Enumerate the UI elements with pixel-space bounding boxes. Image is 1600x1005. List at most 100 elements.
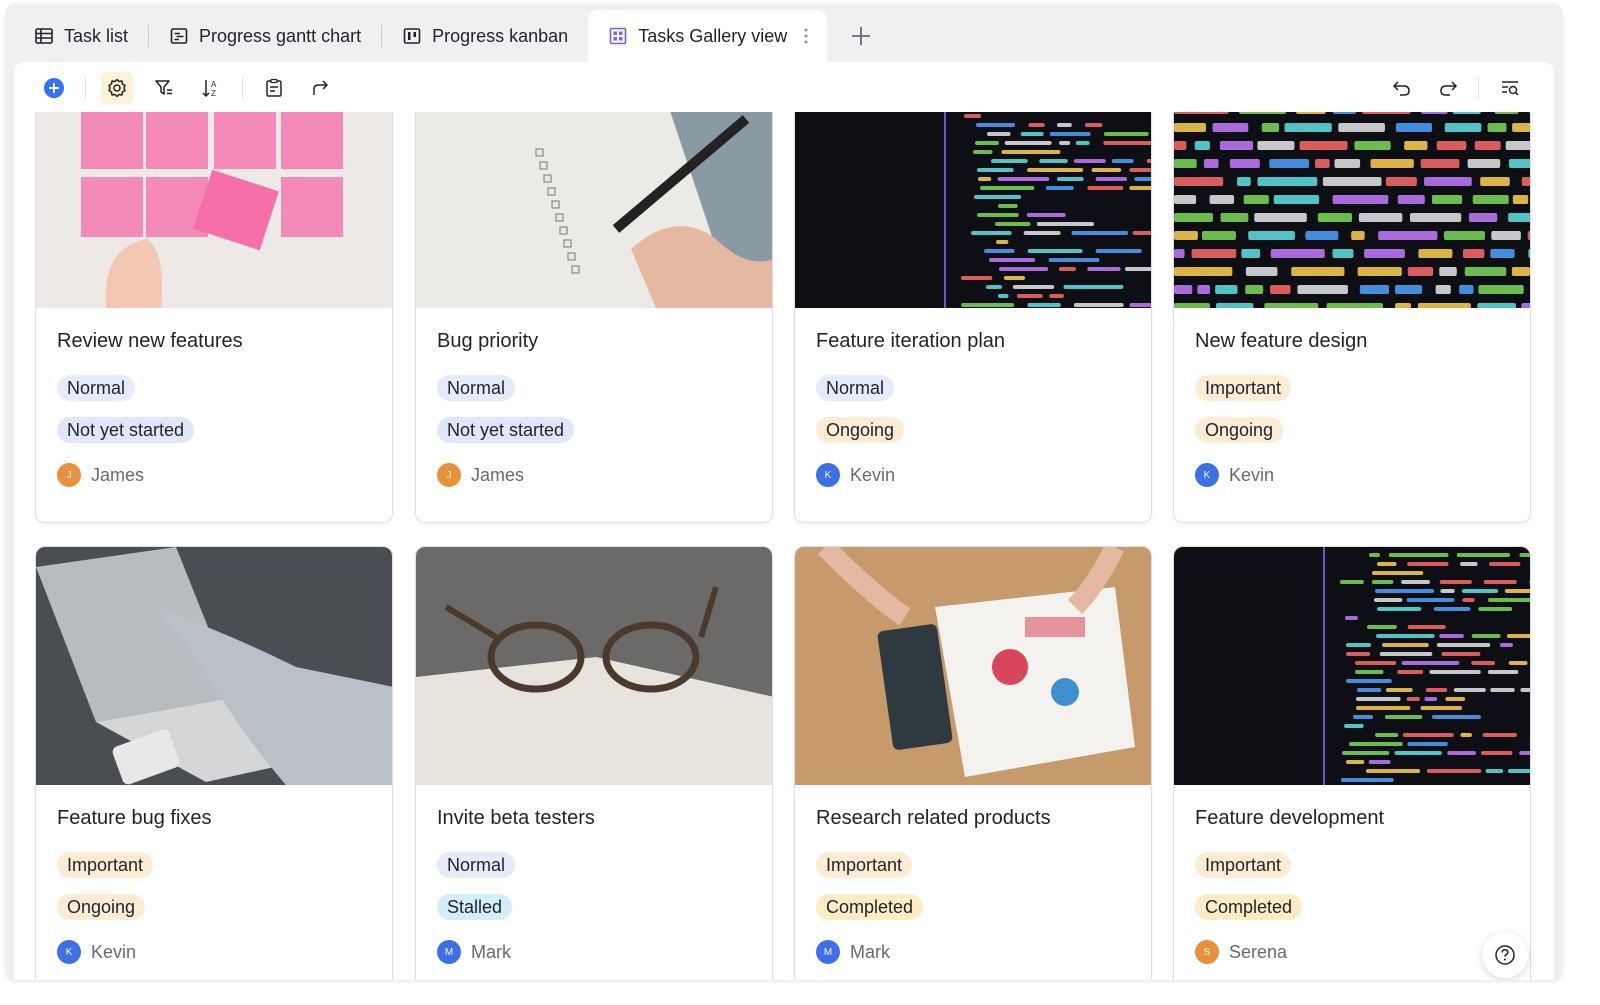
status-tag-row: Ongoing	[1195, 417, 1509, 459]
gallery-card[interactable]: Bug priority Normal Not yet started J James	[415, 112, 773, 523]
priority-tag: Normal	[816, 375, 895, 401]
tab-progress-gantt-chart[interactable]: Progress gantt chart	[149, 10, 381, 62]
svg-text:A: A	[211, 80, 217, 89]
status-tag-row: Not yet started	[437, 417, 751, 459]
assignee-name: Kevin	[850, 464, 896, 485]
tab-progress-kanban[interactable]: Progress kanban	[382, 10, 588, 62]
assignee: J James	[437, 463, 751, 487]
gallery-card[interactable]: Research related products Important Comple…	[794, 546, 1152, 980]
assignee-name: Kevin	[91, 941, 137, 962]
status-tag-row: Ongoing	[57, 894, 371, 936]
status-tag: Completed	[816, 894, 924, 920]
priority-tag-row: Important	[1195, 852, 1509, 894]
help-button[interactable]	[1482, 932, 1528, 978]
status-tag: Not yet started	[57, 417, 195, 443]
add-view-icon[interactable]	[849, 24, 873, 48]
gallery-card[interactable]: Feature bug fixes Important Ongoing K Kevin	[35, 546, 393, 980]
card-title: Research related products	[816, 807, 1051, 829]
help-icon	[1495, 945, 1515, 965]
view-settings-button[interactable]	[101, 72, 133, 104]
redo-button[interactable]	[1432, 72, 1464, 104]
toolbar-divider	[85, 77, 86, 99]
gallery-icon	[608, 26, 628, 46]
assignee-name: Kevin	[1229, 464, 1275, 485]
priority-tag-row: Normal	[816, 375, 1130, 417]
card-cover-image	[416, 112, 772, 308]
undo-button[interactable]	[1386, 72, 1418, 104]
status-tag-row: Stalled	[437, 894, 751, 936]
assignee: K Kevin	[816, 463, 1130, 487]
card-body: Invite beta testers Normal Stalled M Mark	[416, 785, 772, 964]
assignee: K Kevin	[57, 940, 371, 964]
avatar: K	[57, 940, 81, 964]
tab-label: Progress gantt chart	[199, 25, 362, 46]
gallery-card[interactable]: Feature development Important Completed S Se…	[1173, 546, 1531, 980]
status-tag: Completed	[1195, 894, 1303, 920]
card-title: Feature iteration plan	[816, 330, 1006, 352]
toolbar-divider	[242, 77, 243, 99]
filter-button[interactable]	[148, 72, 180, 104]
card-body: Feature iteration plan Normal Ongoing K Kevi…	[795, 308, 1151, 487]
assignee: J James	[57, 463, 371, 487]
gallery-card[interactable]: Feature iteration plan Normal Ongoing K Kevi…	[794, 112, 1152, 523]
card-cover-image	[36, 547, 392, 785]
search-button[interactable]	[1494, 72, 1526, 104]
priority-tag-row: Important	[816, 852, 1130, 894]
card-cover-image	[1174, 547, 1530, 785]
avatar: K	[1195, 463, 1219, 487]
card-cover-image	[1174, 112, 1530, 308]
priority-tag-row: Important	[57, 852, 371, 894]
tab-label: Task list	[64, 25, 129, 46]
form-button[interactable]	[258, 72, 290, 104]
card-title: New feature design	[1195, 330, 1368, 352]
status-tag-row: Completed	[816, 894, 1130, 936]
status-tag: Stalled	[437, 894, 513, 920]
view-tab-bar: Task list Progress gantt chart Progress …	[6, 4, 1562, 62]
card-body: Bug priority Normal Not yet started J James	[416, 308, 772, 487]
toolbar: AZ	[14, 62, 1554, 114]
priority-tag: Important	[1195, 375, 1292, 401]
card-title: Feature bug fixes	[57, 807, 212, 829]
tab-tasks-gallery-view[interactable]: Tasks Gallery view	[588, 10, 828, 62]
share-button[interactable]	[305, 72, 337, 104]
assignee: S Serena	[1195, 940, 1509, 964]
kanban-icon	[402, 26, 422, 46]
card-cover-image	[795, 112, 1151, 308]
card-cover-image	[36, 112, 392, 308]
svg-text:Z: Z	[211, 89, 216, 98]
card-title: Bug priority	[437, 330, 539, 352]
priority-tag: Normal	[437, 375, 516, 401]
assignee-name: James	[471, 464, 525, 485]
avatar: M	[816, 940, 840, 964]
tab-task-list[interactable]: Task list	[14, 10, 148, 62]
card-body: New feature design Important Ongoing K Kevin	[1174, 308, 1530, 487]
status-tag-row: Completed	[1195, 894, 1509, 936]
card-title: Invite beta testers	[437, 807, 595, 829]
priority-tag: Important	[816, 852, 913, 878]
avatar: K	[816, 463, 840, 487]
tab-label: Progress kanban	[432, 25, 569, 46]
card-body: Feature bug fixes Important Ongoing K Kevin	[36, 785, 392, 964]
avatar: J	[57, 463, 81, 487]
more-options-icon[interactable]	[803, 26, 809, 46]
status-tag-row: Ongoing	[816, 417, 1130, 459]
priority-tag: Normal	[57, 375, 136, 401]
gallery-card[interactable]: Invite beta testers Normal Stalled M Mark	[415, 546, 773, 980]
avatar: M	[437, 940, 461, 964]
add-record-button[interactable]	[38, 72, 70, 104]
avatar: S	[1195, 940, 1219, 964]
status-tag: Not yet started	[437, 417, 575, 443]
status-tag: Ongoing	[57, 894, 146, 920]
assignee: M Mark	[437, 940, 751, 964]
table-icon	[34, 26, 54, 46]
toolbar-divider	[1478, 77, 1479, 99]
card-body: Review new features Normal Not yet started…	[36, 308, 392, 487]
assignee-name: James	[91, 464, 145, 485]
gallery-card[interactable]: New feature design Important Ongoing K Kevin	[1173, 112, 1531, 523]
priority-tag-row: Normal	[437, 852, 751, 894]
priority-tag: Normal	[437, 852, 516, 878]
assignee-name: Mark	[471, 941, 511, 962]
app-window: Task list Progress gantt chart Progress …	[6, 4, 1562, 980]
sort-button[interactable]: AZ	[195, 72, 227, 104]
gallery-card[interactable]: Review new features Normal Not yet started…	[35, 112, 393, 523]
